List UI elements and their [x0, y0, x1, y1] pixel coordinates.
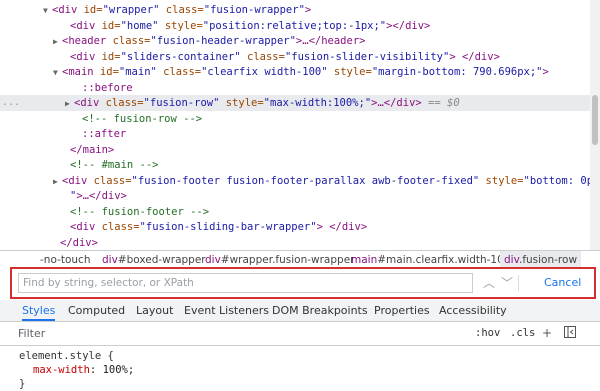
styles-filter-bar: :hov .cls +: [0, 322, 600, 346]
dom-token-val: "fusion-sliding-bar-wrapper": [139, 221, 317, 233]
dom-token-tag: >: [542, 66, 549, 78]
dom-token-tag: <div: [70, 50, 102, 63]
dom-token-tag: ></div>: [386, 19, 431, 32]
tab-layout[interactable]: Layout: [136, 300, 173, 321]
dom-token-tag: <div: [74, 97, 106, 109]
add-rule-icon[interactable]: +: [540, 326, 554, 340]
style-rule-selector: element.style {: [19, 350, 114, 362]
breadcrumb-tag: main: [351, 254, 378, 266]
dom-token-tag: >…</div>: [76, 190, 127, 202]
dom-token-attr: class=: [93, 174, 132, 187]
sidebar-tabs: Styles Computed Layout Event Listeners D…: [0, 300, 600, 322]
hov-button[interactable]: :hov: [475, 325, 500, 342]
dom-token-pseudo: ::before: [82, 81, 133, 94]
styles-filter-input[interactable]: [18, 325, 438, 342]
tab-dom-breakpoints[interactable]: DOM Breakpoints: [272, 300, 368, 321]
dom-token-cm: <!-- fusion-row -->: [82, 112, 203, 125]
dom-token-attr: id=: [101, 19, 121, 32]
style-rule-close: }: [19, 378, 26, 390]
tab-accessibility[interactable]: Accessibility: [439, 300, 507, 321]
dom-token-tag: <div: [70, 221, 102, 233]
dom-token-val: "main": [118, 66, 157, 78]
dom-token-attr: id=: [99, 66, 119, 78]
dom-token-attr: style=: [479, 174, 524, 187]
dom-token-attr: style=: [158, 19, 203, 32]
more-options-icon[interactable]: ...: [2, 95, 20, 111]
tab-properties[interactable]: Properties: [374, 300, 430, 321]
elements-scrollbar[interactable]: [590, 0, 600, 250]
breadcrumb-selector: #boxed-wrapper: [117, 254, 206, 266]
dom-node-selected[interactable]: ... ▶ <div class="fusion-row" style="max-w…: [0, 95, 590, 111]
scrollbar-thumb[interactable]: [592, 95, 598, 145]
dom-token-val: "bottom: 0px;: [523, 174, 591, 187]
dom-token-val: "max-width:100%;": [263, 97, 372, 109]
dom-token-tag: >…</div>: [371, 97, 422, 109]
style-declaration[interactable]: max-width: 100%;: [33, 363, 134, 377]
breadcrumb-tag: div: [504, 254, 519, 266]
breadcrumb-selector: -no-touch: [40, 254, 91, 266]
tab-event-listeners[interactable]: Event Listeners: [184, 300, 269, 321]
dom-token-val: "fusion-header-wrapper": [150, 35, 296, 47]
breadcrumb-tag: div: [205, 254, 221, 266]
expand-down-icon[interactable]: ▼: [53, 65, 62, 81]
dom-token-tag: > </div>: [316, 221, 368, 233]
chevron-up-icon[interactable]: ︿: [482, 275, 496, 291]
dom-token-tag: <main: [62, 66, 100, 78]
chevron-down-icon[interactable]: ﹀: [500, 275, 514, 291]
toggle-sidebar-icon[interactable]: [563, 326, 577, 340]
dom-token-attr: class=: [156, 66, 202, 78]
dom-token-tag: </div>: [60, 236, 98, 249]
style-colon: :: [89, 364, 103, 376]
dom-token-attr: class=: [240, 50, 285, 63]
dom-token-cm: <!-- #main -->: [70, 159, 159, 171]
dom-token-attr: style=: [327, 66, 372, 78]
styles-pane: element.style { max-width: 100%; }: [0, 346, 600, 390]
dom-token-val: "fusion-footer fusion-footer-parallax aw…: [131, 174, 480, 187]
breadcrumb-selector: #main.clearfix.width-100: [377, 254, 511, 266]
dom-token-attr: class=: [101, 221, 140, 233]
tab-computed[interactable]: Computed: [68, 300, 125, 321]
find-bar: ︿ ﹀ Cancel: [10, 267, 596, 299]
dom-token-val: "fusion-wrapper": [203, 4, 305, 16]
elements-tree: ▼ <div id="wrapper" class="fusion-wrapper…: [0, 0, 590, 250]
cancel-button[interactable]: Cancel: [536, 273, 589, 293]
dom-token-attr: id=: [101, 50, 121, 63]
dom-token-tag: <div: [52, 4, 84, 16]
dom-token-cm: <!-- fusion-footer -->: [70, 205, 210, 218]
dom-token-tag: >…</header>: [295, 35, 366, 47]
dom-token-tag: <div: [62, 174, 94, 187]
dom-token-tag: >: [304, 4, 312, 16]
dom-token-val: "wrapper": [102, 4, 160, 16]
dom-token-attr: class=: [112, 35, 151, 47]
dom-token-attr: id=: [83, 4, 103, 16]
dom-token-val: "clearfix width-100": [201, 66, 328, 78]
style-property-value[interactable]: 100%;: [103, 364, 135, 376]
dom-token-val: "sliders-container": [120, 50, 241, 63]
dom-token-tag: </main>: [70, 143, 115, 156]
dom-token-pseudo: ::after: [82, 128, 127, 140]
dom-token-val: "fusion-slider-visibility": [284, 50, 450, 63]
dom-token-val: "home": [120, 19, 159, 32]
breadcrumb-tag: div: [102, 254, 118, 266]
find-divider: [518, 275, 519, 291]
dom-token-attr: class=: [105, 97, 144, 109]
dom-token-tag: > </div>: [449, 50, 500, 63]
dom-token-tag: <div: [70, 19, 102, 32]
style-property-name[interactable]: max-width: [33, 364, 90, 376]
dom-token-val: "fusion-row": [143, 97, 220, 109]
dom-token-val: "margin-bottom: 790.696px;": [371, 66, 543, 78]
dom-token-attr: class=: [159, 4, 204, 16]
tab-styles[interactable]: Styles: [22, 300, 56, 321]
find-input[interactable]: [18, 273, 473, 293]
dom-token-eq: == $0: [421, 97, 460, 109]
breadcrumb-selector: .fusion-row: [518, 254, 578, 266]
dom-token-tag: <header: [62, 35, 113, 47]
expand-down-icon[interactable]: ▼: [43, 3, 52, 19]
dom-token-val: "position:relative;top:-1px;": [202, 19, 387, 32]
dom-token-attr: style=: [219, 97, 264, 109]
cls-button[interactable]: .cls: [510, 325, 535, 342]
breadcrumb-selector: #wrapper.fusion-wrapper: [220, 254, 355, 266]
